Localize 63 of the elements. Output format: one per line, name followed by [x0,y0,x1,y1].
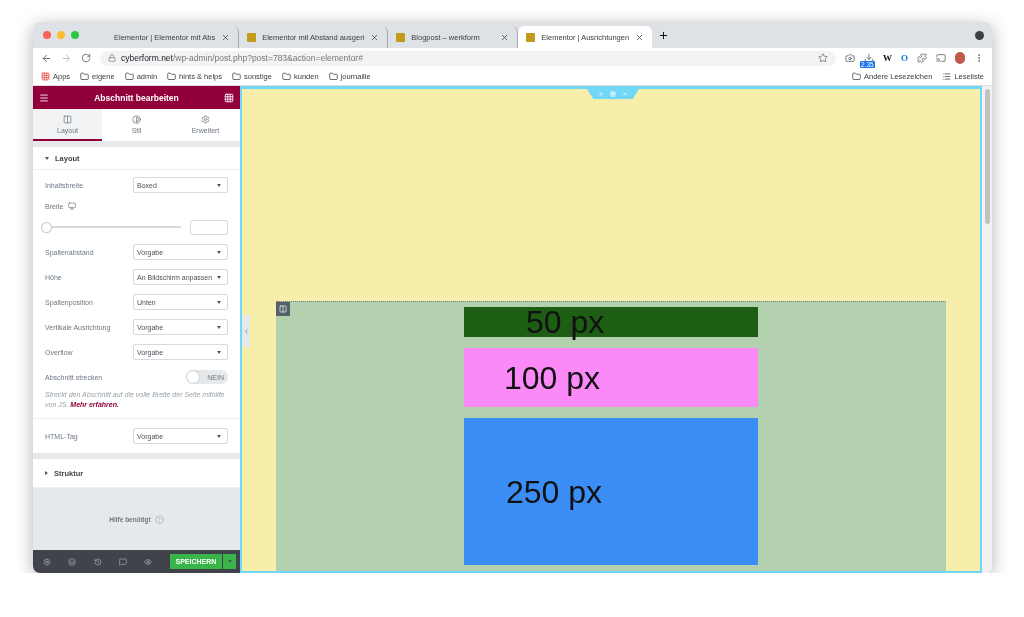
save-options-button[interactable] [223,554,236,569]
folder-icon [852,72,861,81]
column-icon[interactable] [276,302,290,316]
extension-icon[interactable]: W [883,53,892,63]
help-icon [154,514,164,524]
scrollbar[interactable] [982,86,992,573]
avatar-icon[interactable] [955,52,965,64]
folder-icon [281,72,291,81]
folder-icon [80,72,90,81]
gear-icon [201,114,210,124]
back-icon[interactable] [41,52,52,64]
slider-thumb[interactable] [41,221,52,233]
folder-icon [124,72,134,81]
gear-icon[interactable] [43,557,51,566]
minimize-dot[interactable] [57,31,65,39]
widgets-grid-icon[interactable] [224,92,234,103]
menu-icon[interactable] [39,92,49,103]
monitor-icon [68,202,77,210]
contrast-icon [132,114,141,124]
caret-icon [217,434,221,438]
folder-icon [232,72,242,81]
reading-list-icon [942,72,952,81]
history-icon[interactable] [93,557,102,566]
download-icon[interactable] [864,53,874,63]
layers-icon[interactable] [68,557,77,566]
zoom-dot[interactable] [71,31,79,39]
drag-icon [610,91,616,97]
folder-icon [167,72,177,81]
close-icon[interactable] [221,32,231,42]
close-icon[interactable] [500,32,510,42]
close-dot[interactable] [43,31,51,39]
columns-icon [279,305,287,313]
columns-icon [63,114,72,124]
url-text: cyberform.net/wp-admin/post.php?post=783&action=elementor# [121,53,363,63]
panel-title: Abschnitt bearbeiten [94,92,179,103]
address-bar[interactable]: cyberform.net/wp-admin/post.php?post=783&action=elementor# [100,50,836,66]
close-icon [622,91,628,97]
cast-icon[interactable] [936,53,946,63]
close-icon[interactable] [370,32,380,42]
apps-icon [41,72,50,81]
puzzle-icon[interactable] [917,53,927,63]
extension-icon[interactable]: O [901,53,908,63]
chevron-icon [242,327,250,335]
caret-icon [217,275,221,279]
caret-icon [217,300,221,304]
add-icon [598,91,604,97]
reload-icon[interactable] [81,53,91,63]
section-handle[interactable] [587,89,639,99]
folder-icon [328,72,338,81]
caret-icon [217,325,221,329]
close-icon[interactable] [635,32,645,42]
star-icon[interactable] [818,53,828,63]
responsive-icon[interactable] [118,557,127,566]
camera-icon[interactable] [845,53,855,63]
number-field[interactable] [190,219,228,235]
lock-icon [108,54,116,62]
caret-icon [217,350,221,354]
eye-icon[interactable] [144,557,153,566]
new-tab-icon[interactable] [658,29,670,41]
caret-icon [217,183,221,187]
forward-icon[interactable] [61,52,72,64]
profile-icon[interactable] [975,30,984,40]
caret-icon [217,250,221,254]
